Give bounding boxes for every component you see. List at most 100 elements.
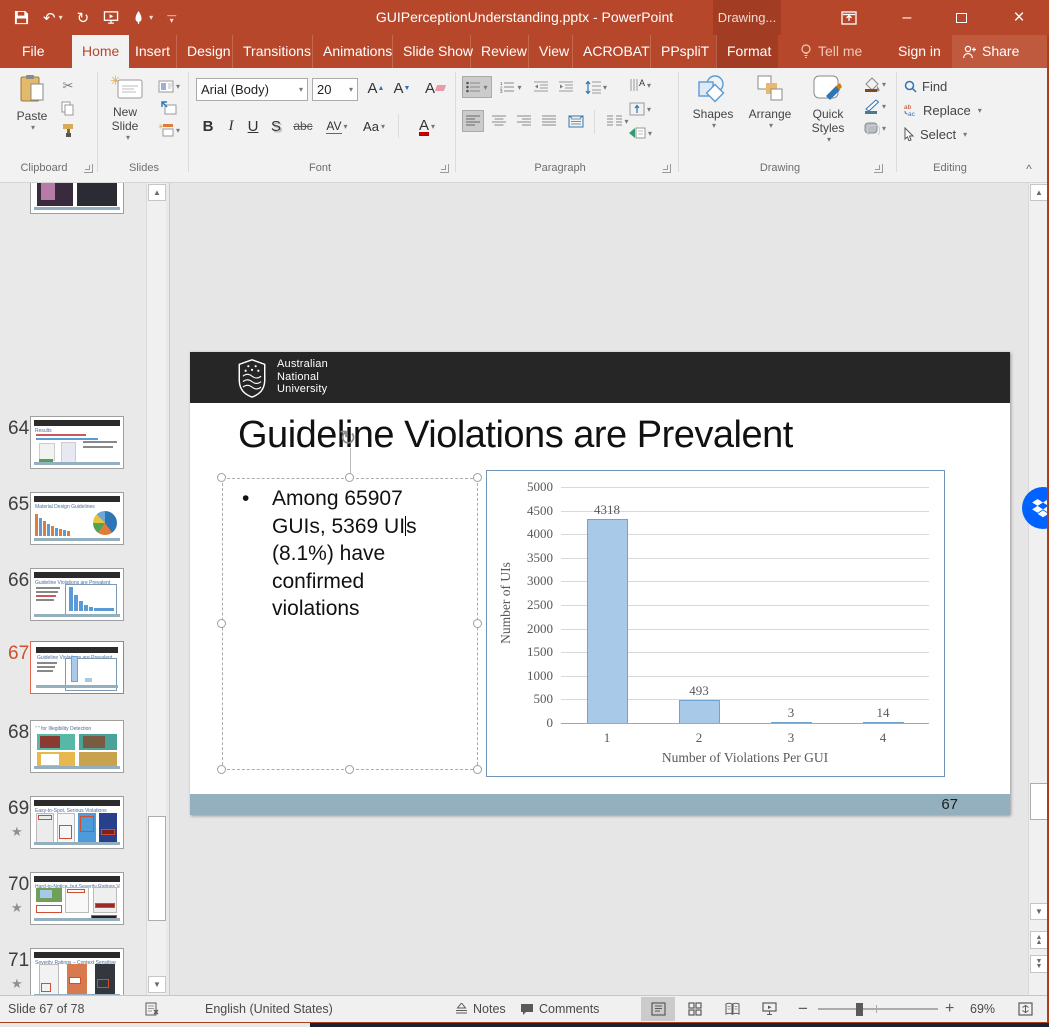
text-shadow-button[interactable]: S: [266, 114, 286, 138]
collapse-ribbon-button[interactable]: ^: [1018, 160, 1040, 178]
columns-button[interactable]: ▾: [600, 110, 636, 132]
change-case-button[interactable]: Aa▾: [358, 114, 390, 138]
bullet-text[interactable]: •Among 65907 GUIs, 5369 UIs (8.1%) have …: [242, 485, 462, 623]
font-size-combo[interactable]: 20▾: [312, 78, 358, 101]
shape-fill-button[interactable]: ▾: [858, 74, 892, 94]
scroll-up-icon[interactable]: ▲: [148, 184, 166, 201]
tell-me-button[interactable]: Tell me: [800, 35, 862, 68]
zoom-slider[interactable]: [818, 1008, 938, 1010]
shrink-font-button[interactable]: A▼: [390, 76, 414, 100]
slide-show-view-button[interactable]: [752, 997, 786, 1021]
arrange-button[interactable]: Arrange ▾: [742, 74, 798, 130]
copy-button[interactable]: [56, 98, 80, 118]
shape-effects-button[interactable]: ▾: [858, 118, 892, 138]
font-dialog-launcher[interactable]: [440, 164, 449, 173]
sign-in-button[interactable]: Sign in: [898, 35, 941, 68]
increase-indent-button[interactable]: [555, 76, 577, 98]
shape-outline-button[interactable]: ▾: [858, 96, 892, 116]
clipboard-dialog-launcher[interactable]: [84, 164, 93, 173]
bar-1[interactable]: [587, 519, 628, 723]
text-direction-button[interactable]: A▾: [620, 74, 660, 96]
slide-sorter-view-button[interactable]: [678, 997, 712, 1021]
bold-button[interactable]: B: [198, 114, 218, 138]
replace-button[interactable]: abacReplace▾: [904, 100, 998, 120]
selection-handle[interactable]: [473, 473, 482, 482]
previous-slide-button[interactable]: ▲▲: [1030, 931, 1048, 949]
find-button[interactable]: Find: [904, 76, 974, 96]
paste-dropdown-icon[interactable]: ▾: [12, 123, 54, 132]
tab-acrobat[interactable]: ACROBAT: [572, 35, 660, 68]
main-scrollbar-thumb[interactable]: [1030, 783, 1048, 820]
selection-handle[interactable]: [473, 765, 482, 774]
reset-slide-button[interactable]: [153, 98, 185, 118]
reading-view-button[interactable]: [715, 997, 749, 1021]
tab-home[interactable]: Home: [72, 35, 129, 68]
thumbnail-scrollbar-thumb[interactable]: [148, 816, 166, 921]
selection-handle[interactable]: [345, 473, 354, 482]
tab-transitions[interactable]: Transitions: [232, 35, 321, 68]
font-color-button[interactable]: A▾: [410, 114, 444, 138]
align-right-button[interactable]: [513, 110, 535, 132]
normal-view-button[interactable]: [641, 997, 675, 1021]
italic-button[interactable]: I: [222, 114, 240, 138]
justify-button[interactable]: [538, 110, 560, 132]
scroll-up-icon[interactable]: ▲: [1030, 184, 1048, 201]
rotate-handle-icon[interactable]: ↻: [339, 426, 357, 451]
minimize-button[interactable]: –: [884, 0, 930, 35]
bar-2[interactable]: [679, 700, 720, 723]
comments-button[interactable]: Comments: [520, 996, 599, 1022]
bar-3[interactable]: [771, 722, 812, 723]
align-center-button[interactable]: [488, 110, 510, 132]
align-left-button[interactable]: [462, 110, 484, 132]
character-spacing-button[interactable]: AV▾: [320, 114, 354, 138]
zoom-in-button[interactable]: +: [945, 996, 954, 1022]
drawing-dialog-launcher[interactable]: [874, 164, 883, 173]
grow-font-button[interactable]: A▲: [364, 76, 388, 100]
maximize-button[interactable]: [938, 0, 984, 35]
spellcheck-icon[interactable]: [145, 996, 160, 1022]
bullets-button[interactable]: ▾: [462, 76, 492, 98]
zoom-slider-thumb[interactable]: [856, 1003, 863, 1016]
tab-review[interactable]: Review: [470, 35, 537, 68]
tab-ppsplit[interactable]: PPspliT: [650, 35, 719, 68]
zoom-out-button[interactable]: −: [798, 996, 808, 1022]
selection-handle[interactable]: [217, 765, 226, 774]
underline-button[interactable]: U: [243, 114, 263, 138]
distribute-text-button[interactable]: [563, 110, 589, 132]
chart[interactable]: 0500100015002000250030003500400045005000…: [486, 470, 945, 777]
slide-indicator[interactable]: Slide 67 of 78: [8, 996, 84, 1022]
ribbon-display-options-icon[interactable]: [826, 0, 872, 35]
quick-styles-button[interactable]: Quick Styles ▾: [800, 74, 856, 144]
selection-handle[interactable]: [345, 765, 354, 774]
format-painter-button[interactable]: [56, 120, 80, 140]
main-scrollbar[interactable]: ▲ ▼ ▲▲ ▼▼: [1028, 183, 1047, 995]
slide-layout-button[interactable]: ▾: [153, 76, 185, 96]
language-indicator[interactable]: English (United States): [205, 996, 333, 1022]
line-spacing-button[interactable]: ▾: [580, 76, 612, 98]
paste-button[interactable]: Paste ▾: [10, 74, 54, 132]
selection-handle[interactable]: [217, 619, 226, 628]
tab-animations[interactable]: Animations: [312, 35, 402, 68]
cut-button[interactable]: ✂: [56, 76, 80, 96]
close-button[interactable]: ×: [996, 0, 1042, 35]
bar-4[interactable]: [863, 722, 904, 723]
tab-insert[interactable]: Insert: [124, 35, 180, 68]
selection-handle[interactable]: [217, 473, 226, 482]
thumbnail-scrollbar[interactable]: ▲ ▼: [146, 183, 166, 995]
tab-format[interactable]: Format: [716, 35, 778, 68]
new-slide-dropdown-icon[interactable]: ▾: [105, 133, 151, 142]
fit-slide-to-window-button[interactable]: [1018, 996, 1033, 1022]
shapes-button[interactable]: Shapes ▾: [686, 74, 740, 130]
tab-file[interactable]: File: [12, 35, 55, 68]
clear-formatting-button[interactable]: A: [422, 76, 448, 100]
notes-button[interactable]: Notes: [455, 996, 506, 1022]
new-slide-button[interactable]: ✳ New Slide ▾: [103, 74, 151, 142]
paragraph-dialog-launcher[interactable]: [662, 164, 671, 173]
section-button[interactable]: ✳▾: [153, 120, 185, 140]
scroll-down-icon[interactable]: ▼: [1030, 903, 1048, 920]
scroll-down-icon[interactable]: ▼: [148, 976, 166, 993]
font-name-combo[interactable]: Arial (Body)▾: [196, 78, 308, 101]
share-button[interactable]: Share: [962, 35, 1019, 68]
decrease-indent-button[interactable]: [530, 76, 552, 98]
strikethrough-button[interactable]: abc: [290, 114, 316, 138]
